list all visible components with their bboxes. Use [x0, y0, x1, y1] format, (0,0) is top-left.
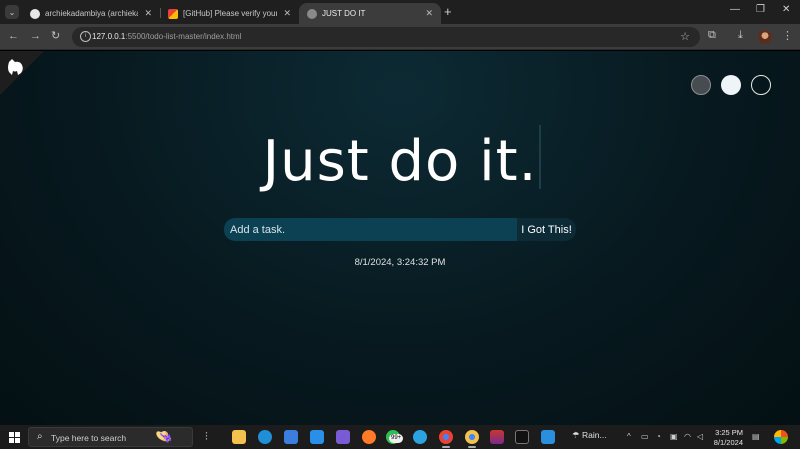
notification-icon[interactable]: ▤	[752, 432, 760, 441]
taskbar-search-placeholder: Type here to search	[51, 433, 127, 443]
task-input[interactable]	[224, 218, 517, 241]
clock-time: 3:25 PM	[715, 428, 743, 437]
edge-icon[interactable]	[258, 430, 272, 444]
battery-icon[interactable]: ▭	[641, 432, 649, 441]
github-icon	[30, 8, 40, 19]
extensions-icon[interactable]: ⧉	[708, 29, 716, 42]
new-tab-button[interactable]: +	[444, 5, 452, 18]
weather-widget[interactable]: ☂ Rain...	[572, 430, 607, 441]
close-tab-icon[interactable]: ✕	[144, 8, 152, 19]
current-datetime: 8/1/2024, 3:24:32 PM	[354, 257, 446, 268]
bookmark-star-icon[interactable]: ☆	[680, 30, 690, 43]
tab-search-button[interactable]: ⌄	[5, 5, 19, 19]
vscode-icon[interactable]	[541, 430, 555, 444]
rain-icon: ☂	[572, 430, 580, 440]
whatsapp-badge: 99+	[389, 434, 404, 443]
store-icon[interactable]	[284, 430, 298, 444]
tab-just-do-it[interactable]: JUST DO IT ✕	[299, 3, 441, 24]
address-bar[interactable]: i 127.0.0.1:5500/todo-list-master/index.…	[72, 27, 700, 47]
github-octocat-icon[interactable]	[6, 58, 26, 76]
close-tab-icon[interactable]: ✕	[283, 8, 291, 19]
page-viewport: Just do it. I Got This! 8/1/2024, 3:24:3…	[0, 51, 800, 425]
chevron-up-icon[interactable]: ^	[627, 432, 631, 441]
weather-text: Rain...	[582, 430, 607, 440]
clock-date: 8/1/2024	[713, 438, 743, 447]
chrome-profile-icon[interactable]	[465, 430, 479, 448]
copilot-icon[interactable]	[774, 430, 788, 444]
network-icon[interactable]: ◔	[656, 432, 661, 441]
app-icon[interactable]	[336, 430, 350, 444]
hat-icon[interactable]: 👒	[155, 428, 172, 445]
tab-github-profile[interactable]: archiekadambiya (archiekadambiya) ✕	[22, 3, 160, 24]
search-icon: ⌕	[37, 431, 43, 442]
tab-title: JUST DO IT	[322, 9, 366, 18]
gmail-icon	[168, 8, 178, 19]
windows-taskbar: ⌕ Type here to search 👒 ⫶ 99+ ☂ Rain... …	[0, 425, 800, 449]
theme-dark-button[interactable]	[691, 75, 711, 95]
minimize-icon[interactable]: —	[730, 4, 740, 15]
tab-gmail[interactable]: [GitHub] Please verify your device ✕	[160, 3, 299, 24]
url-path: :5500/todo-list-master/index.html	[125, 32, 242, 41]
file-explorer-icon[interactable]	[232, 430, 246, 444]
profile-avatar[interactable]	[758, 30, 772, 44]
back-arrow-icon[interactable]: ←	[8, 30, 19, 43]
theme-outline-button[interactable]	[751, 75, 771, 95]
wifi-icon[interactable]: ◠	[684, 432, 691, 441]
restore-icon[interactable]: ❐	[756, 4, 765, 15]
telegram-icon[interactable]	[413, 430, 427, 444]
task-view-icon[interactable]: ⫶	[205, 430, 219, 444]
volume-icon[interactable]: ◁	[697, 432, 703, 441]
reload-icon[interactable]: ↻	[51, 30, 60, 43]
tab-title: [GitHub] Please verify your device	[183, 9, 278, 18]
browser-tab-bar: ⌄ archiekadambiya (archiekadambiya) ✕ [G…	[0, 0, 800, 24]
terminal-icon[interactable]	[515, 430, 529, 444]
mail-icon[interactable]	[310, 430, 324, 444]
globe-icon	[307, 8, 317, 19]
text-caret	[539, 125, 541, 189]
browser-toolbar: ← → ↻ i 127.0.0.1:5500/todo-list-master/…	[0, 24, 800, 50]
theme-light-button[interactable]	[721, 75, 741, 95]
download-icon[interactable]: ⤓	[738, 29, 743, 42]
close-tab-icon[interactable]: ✕	[425, 8, 433, 19]
url-host: 127.0.0.1	[92, 32, 126, 41]
close-window-icon[interactable]: ✕	[782, 4, 790, 15]
menu-dots-icon[interactable]: ⋮	[782, 29, 793, 42]
system-clock[interactable]: 3:25 PM 8/1/2024	[711, 428, 743, 448]
site-info-icon[interactable]: i	[80, 31, 91, 42]
monitor-icon[interactable]: ▣	[670, 432, 678, 441]
firefox-icon[interactable]	[362, 430, 376, 444]
tab-title: archiekadambiya (archiekadambiya)	[45, 9, 139, 18]
windows-start-icon[interactable]	[9, 432, 20, 443]
forward-arrow-icon[interactable]: →	[30, 30, 41, 43]
url-text[interactable]: 127.0.0.1:5500/todo-list-master/index.ht…	[92, 32, 241, 41]
add-task-button[interactable]: I Got This!	[517, 218, 576, 241]
winrar-icon[interactable]	[490, 430, 504, 444]
chrome-icon[interactable]	[439, 430, 453, 448]
